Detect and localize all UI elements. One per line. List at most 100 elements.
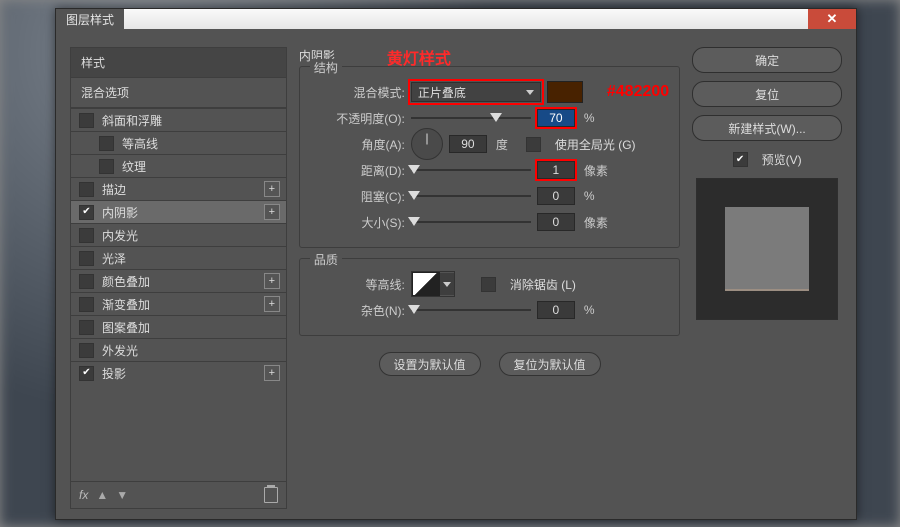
styles-sidebar: 样式 混合选项 斜面和浮雕 等高线 纹理: [70, 47, 287, 509]
trash-icon[interactable]: [264, 487, 278, 503]
sidebar-item-pattern-overlay[interactable]: 图案叠加: [71, 315, 286, 338]
sidebar-item-label: 内发光: [102, 227, 280, 244]
opacity-unit: %: [584, 111, 595, 125]
checkbox[interactable]: [79, 320, 94, 335]
choke-slider[interactable]: [411, 190, 531, 202]
antialias-label: 消除锯齿 (L): [510, 276, 576, 293]
distance-input[interactable]: [537, 161, 575, 179]
sidebar-item-label: 斜面和浮雕: [102, 112, 280, 129]
angle-label: 角度(A):: [310, 136, 405, 153]
contour-swatch-icon: [412, 272, 440, 296]
choke-unit: %: [584, 189, 595, 203]
sidebar-item-texture[interactable]: 纹理: [71, 154, 286, 177]
global-light-label: 使用全局光 (G): [555, 136, 636, 153]
contour-label: 等高线:: [310, 276, 405, 293]
titlebar[interactable]: 图层样式 ✕: [56, 9, 856, 30]
noise-input[interactable]: [537, 301, 575, 319]
distance-slider[interactable]: [411, 164, 531, 176]
reset-to-default-button[interactable]: 复位为默认值: [499, 352, 601, 376]
sidebar-item-drop-shadow[interactable]: 投影 +: [71, 361, 286, 384]
size-input[interactable]: [537, 213, 575, 231]
sidebar-item-label: 内阴影: [102, 204, 264, 221]
sidebar-item-inner-glow[interactable]: 内发光: [71, 223, 286, 246]
opacity-label: 不透明度(O):: [310, 110, 405, 127]
opacity-slider[interactable]: [411, 112, 531, 124]
new-style-button[interactable]: 新建样式(W)...: [692, 115, 842, 141]
move-up-icon[interactable]: ▲: [96, 488, 108, 502]
choke-input[interactable]: [537, 187, 575, 205]
sidebar-item-label: 光泽: [102, 250, 280, 267]
angle-unit: 度: [496, 136, 508, 153]
add-effect-icon[interactable]: +: [264, 181, 280, 197]
checkbox[interactable]: [79, 297, 94, 312]
move-down-icon[interactable]: ▼: [116, 488, 128, 502]
annotation-hex: #482200: [607, 83, 669, 101]
reset-button[interactable]: 复位: [692, 81, 842, 107]
checkbox[interactable]: [79, 182, 94, 197]
checkbox[interactable]: [99, 136, 114, 151]
size-slider[interactable]: [411, 216, 531, 228]
blend-mode-label: 混合模式:: [310, 84, 405, 101]
dialog-actions: 确定 复位 新建样式(W)... 预览(V): [692, 47, 842, 509]
sidebar-item-label: 投影: [102, 365, 264, 382]
checkbox[interactable]: [79, 228, 94, 243]
size-label: 大小(S):: [310, 214, 405, 231]
sidebar-item-label: 描边: [102, 181, 264, 198]
checkbox[interactable]: [79, 205, 94, 220]
sidebar-item-gradient-overlay[interactable]: 渐变叠加 +: [71, 292, 286, 315]
styles-header[interactable]: 样式: [71, 48, 286, 78]
distance-unit: 像素: [584, 162, 608, 179]
sidebar-item-outer-glow[interactable]: 外发光: [71, 338, 286, 361]
checkbox[interactable]: [79, 251, 94, 266]
fx-menu-icon[interactable]: fx: [79, 488, 88, 502]
checkbox[interactable]: [79, 113, 94, 128]
add-effect-icon[interactable]: +: [264, 273, 280, 289]
inner-shadow-panel: 内阴影 黄灯样式 结构 混合模式: 正片叠底 #482200 不透: [299, 47, 680, 509]
panel-heading: 内阴影: [299, 47, 680, 64]
sidebar-item-label: 图案叠加: [102, 319, 280, 336]
preview-thumbnail: [725, 207, 809, 291]
close-button[interactable]: ✕: [808, 9, 856, 29]
choke-label: 阻塞(C):: [310, 188, 405, 205]
dialog-title: 图层样式: [56, 9, 124, 29]
checkbox[interactable]: [99, 159, 114, 174]
global-light-checkbox[interactable]: [526, 137, 541, 152]
preview-label: 预览(V): [762, 151, 802, 168]
opacity-input[interactable]: [537, 109, 575, 127]
chevron-down-icon: [526, 90, 534, 95]
sidebar-item-label: 渐变叠加: [102, 296, 264, 313]
checkbox[interactable]: [79, 343, 94, 358]
angle-input[interactable]: [449, 135, 487, 153]
checkbox[interactable]: [79, 274, 94, 289]
sidebar-item-color-overlay[interactable]: 颜色叠加 +: [71, 269, 286, 292]
sidebar-item-bevel[interactable]: 斜面和浮雕: [71, 108, 286, 131]
antialias-checkbox[interactable]: [481, 277, 496, 292]
angle-dial[interactable]: [411, 128, 443, 160]
color-swatch[interactable]: [547, 81, 583, 103]
add-effect-icon[interactable]: +: [264, 296, 280, 312]
make-default-button[interactable]: 设置为默认值: [379, 352, 481, 376]
sidebar-item-label: 外发光: [102, 342, 280, 359]
blend-mode-dropdown[interactable]: 正片叠底: [411, 82, 541, 102]
sidebar-item-label: 等高线: [122, 135, 280, 152]
sidebar-item-inner-shadow[interactable]: 内阴影 +: [71, 200, 286, 223]
quality-legend: 品质: [310, 251, 342, 268]
ok-button[interactable]: 确定: [692, 47, 842, 73]
structure-group: 结构 混合模式: 正片叠底 #482200 不透明度(O):: [299, 66, 680, 248]
sidebar-item-satin[interactable]: 光泽: [71, 246, 286, 269]
noise-slider[interactable]: [411, 304, 531, 316]
effects-list: 斜面和浮雕 等高线 纹理 描边 +: [71, 108, 286, 481]
contour-picker[interactable]: [411, 271, 455, 297]
add-effect-icon[interactable]: +: [264, 204, 280, 220]
sidebar-item-stroke[interactable]: 描边 +: [71, 177, 286, 200]
preview-checkbox[interactable]: [733, 152, 748, 167]
sidebar-footer: fx ▲ ▼: [71, 481, 286, 508]
add-effect-icon[interactable]: +: [264, 365, 280, 381]
blending-options-row[interactable]: 混合选项: [71, 78, 286, 108]
chevron-down-icon: [443, 282, 451, 287]
sidebar-item-label: 纹理: [122, 158, 280, 175]
noise-unit: %: [584, 303, 595, 317]
sidebar-item-contour[interactable]: 等高线: [71, 131, 286, 154]
checkbox[interactable]: [79, 366, 94, 381]
noise-label: 杂色(N):: [310, 302, 405, 319]
